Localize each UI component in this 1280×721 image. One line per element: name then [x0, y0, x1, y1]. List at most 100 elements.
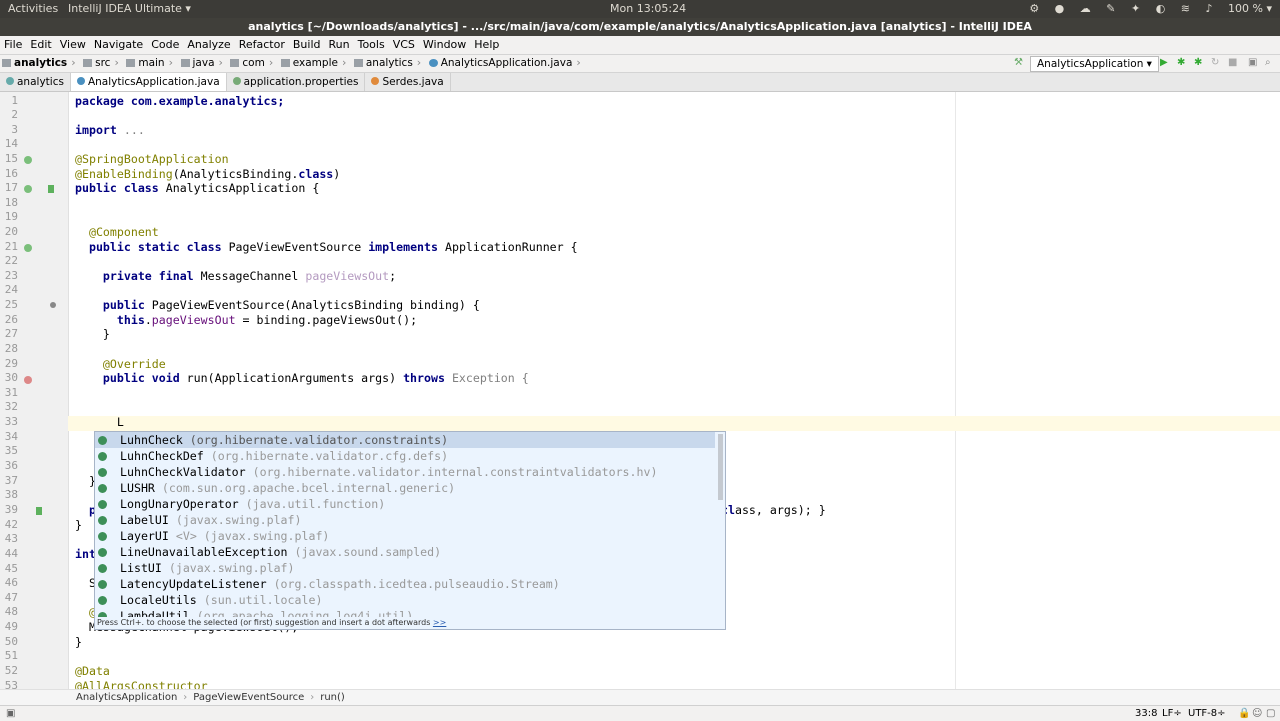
breadcrumb-class[interactable]: AnalyticsApplication: [76, 692, 177, 703]
tab-serdes[interactable]: Serdes.java: [365, 73, 451, 91]
menu-edit[interactable]: Edit: [26, 36, 55, 53]
completion-item[interactable]: LabelUI (javax.swing.plaf): [95, 512, 715, 528]
menu-window[interactable]: Window: [419, 36, 470, 53]
menu-analyze[interactable]: Analyze: [183, 36, 234, 53]
crumb-analytics[interactable]: analytics: [352, 55, 415, 71]
completion-item-name: LayerUI: [120, 529, 169, 543]
menu-tools[interactable]: Tools: [354, 36, 389, 53]
code-line-15: @SpringBootApplication: [75, 152, 229, 166]
completion-item[interactable]: LuhnCheckDef (org.hibernate.validator.cf…: [95, 448, 715, 464]
code-line-30: public void run(ApplicationArguments arg…: [75, 371, 529, 385]
crumb-file[interactable]: AnalyticsApplication.java: [427, 55, 575, 71]
menu-view[interactable]: View: [56, 36, 90, 53]
completion-item[interactable]: LineUnavailableException (javax.sound.sa…: [95, 544, 715, 560]
inspector-icon[interactable]: ☺: [1252, 706, 1262, 721]
line-separator[interactable]: LF÷: [1162, 706, 1182, 721]
menu-build[interactable]: Build: [289, 36, 325, 53]
tool-windows-icon[interactable]: ▣: [6, 706, 15, 721]
class-icon: [98, 436, 107, 445]
menu-bar: File Edit View Navigate Code Analyze Refactor B…: [0, 36, 1280, 55]
clock[interactable]: Mon 13:05:24: [610, 2, 686, 15]
activities-button[interactable]: Activities: [8, 2, 58, 15]
folder-icon: [230, 59, 240, 67]
stop-icon[interactable]: ■: [1228, 57, 1237, 68]
menu-navigate[interactable]: Navigate: [90, 36, 147, 53]
spring-bean-icon[interactable]: [24, 156, 32, 164]
override-icon[interactable]: [24, 376, 32, 384]
caret-position[interactable]: 33:8: [1135, 706, 1157, 721]
run-gutter-icon[interactable]: [48, 185, 54, 193]
chevron-right-icon: ›: [416, 56, 422, 69]
crumb-project[interactable]: analytics: [0, 55, 69, 71]
crumb-example[interactable]: example: [279, 55, 340, 71]
line-number: 20: [4, 225, 18, 238]
breadcrumb-inner-class[interactable]: PageViewEventSource: [193, 692, 304, 703]
app-menu-button[interactable]: IntelliJ IDEA Ultimate ▾: [68, 2, 191, 15]
run-icon[interactable]: ▶: [1160, 57, 1168, 68]
line-number: 2: [11, 108, 18, 121]
code-line-52: @Data: [75, 664, 110, 678]
coverage-icon[interactable]: ✱: [1194, 57, 1202, 68]
tab-analytics-application[interactable]: AnalyticsApplication.java: [70, 73, 227, 91]
completion-item[interactable]: LuhnCheckValidator (org.hibernate.valida…: [95, 464, 715, 480]
breadcrumb-method[interactable]: run(): [320, 692, 345, 703]
autowired-icon[interactable]: [50, 302, 56, 308]
menu-help[interactable]: Help: [470, 36, 503, 53]
menu-file[interactable]: File: [0, 36, 26, 53]
battery-indicator[interactable]: 100 % ▾: [1228, 2, 1272, 15]
line-number: 33: [4, 415, 18, 428]
class-icon: [98, 452, 107, 461]
spring-bean-icon[interactable]: [24, 185, 32, 193]
completion-item[interactable]: LuhnCheck (org.hibernate.validator.const…: [95, 432, 715, 448]
completion-item[interactable]: LayerUI <V> (javax.swing.plaf): [95, 528, 715, 544]
chevron-right-icon: ›: [310, 692, 315, 703]
lock-icon[interactable]: 🔒: [1238, 706, 1250, 721]
line-number: 32: [4, 400, 18, 413]
navigation-bar: analytics › src › main › java › com › example…: [0, 55, 1280, 73]
line-number: 19: [4, 210, 18, 223]
status-bar: ▣ 33:8 LF÷ UTF-8÷ 🔒 ☺ ▢: [0, 705, 1280, 721]
completion-item-name: LuhnCheckValidator: [120, 465, 246, 479]
crumb-src[interactable]: src: [81, 55, 112, 71]
completion-item[interactable]: LUSHR (com.sun.org.apache.bcel.internal.…: [95, 480, 715, 496]
completion-hint-link[interactable]: >>: [433, 618, 446, 627]
menu-code[interactable]: Code: [147, 36, 183, 53]
file-encoding[interactable]: UTF-8÷: [1188, 706, 1226, 721]
folder-icon: [2, 59, 11, 67]
completion-item[interactable]: LatencyUpdateListener (org.classpath.ice…: [95, 576, 715, 592]
crumb-java[interactable]: java: [179, 55, 217, 71]
event-log-icon[interactable]: ▢: [1266, 706, 1275, 721]
line-number: 21: [4, 240, 18, 253]
run-gutter-icon[interactable]: [36, 507, 42, 515]
line-number: 34: [4, 430, 18, 443]
menu-run[interactable]: Run: [325, 36, 354, 53]
build-hammer-icon[interactable]: ⚒: [1014, 57, 1023, 68]
completion-item-package: (javax.swing.plaf): [161, 561, 295, 575]
completion-item[interactable]: LocaleUtils (sun.util.locale): [95, 592, 715, 608]
tab-application-properties[interactable]: application.properties: [227, 73, 366, 91]
line-number: 38: [4, 488, 18, 501]
code-line-39: p: [75, 503, 96, 517]
run-configuration-select[interactable]: AnalyticsApplication ▾: [1030, 56, 1159, 72]
code-content[interactable]: package com.example.analytics; import ..…: [75, 92, 826, 693]
crumb-main[interactable]: main: [124, 55, 166, 71]
tab-analytics[interactable]: analytics: [0, 73, 71, 91]
code-line-1: package com.example.analytics;: [75, 94, 285, 108]
menu-vcs[interactable]: VCS: [389, 36, 419, 53]
project-structure-icon[interactable]: ▣: [1248, 57, 1257, 68]
menu-refactor[interactable]: Refactor: [235, 36, 289, 53]
line-number: 39: [4, 503, 18, 516]
code-line-44: int: [75, 547, 96, 561]
completion-scrollbar[interactable]: [718, 434, 723, 500]
completion-item[interactable]: ListUI (javax.swing.plaf): [95, 560, 715, 576]
debug-icon[interactable]: ✱: [1177, 57, 1185, 68]
completion-item-package: (org.hibernate.validator.constraints): [182, 433, 449, 447]
crumb-com[interactable]: com: [228, 55, 266, 71]
system-tray[interactable]: ⚙ ● ☁ ✎ ✦ ◐ ≋ ♪ 100 % ▾: [1029, 2, 1272, 15]
line-number: 15: [4, 152, 18, 165]
spring-bean-icon[interactable]: [24, 244, 32, 252]
profile-icon[interactable]: ↻: [1211, 57, 1219, 68]
completion-item[interactable]: LongUnaryOperator (java.util.function): [95, 496, 715, 512]
code-completion-popup[interactable]: LuhnCheck (org.hibernate.validator.const…: [94, 431, 726, 630]
search-everywhere-icon[interactable]: ⌕: [1265, 57, 1271, 68]
